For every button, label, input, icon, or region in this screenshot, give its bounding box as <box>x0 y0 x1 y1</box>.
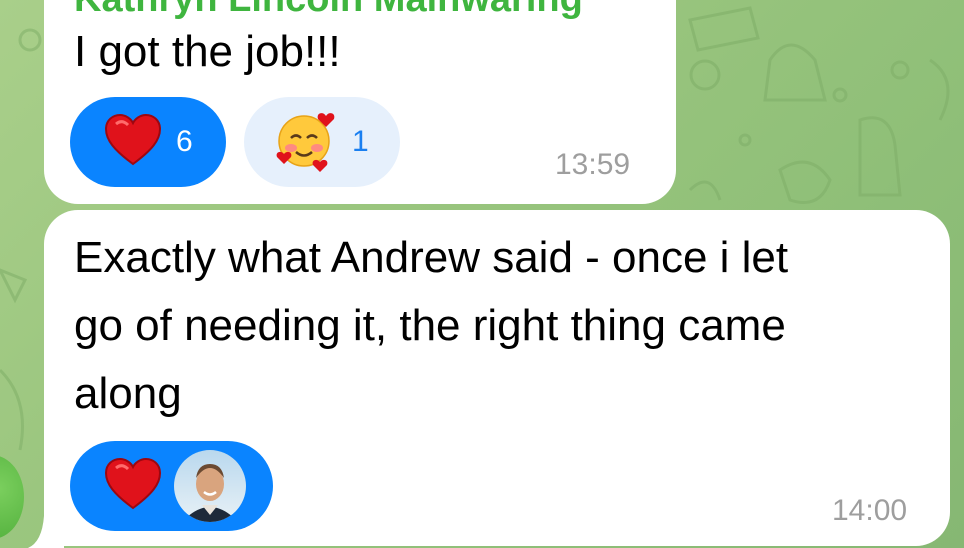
reactor-avatar[interactable] <box>174 450 246 522</box>
message-line: along <box>74 369 182 418</box>
message-time: 13:59 <box>555 148 631 181</box>
reaction-smiling-hearts-button[interactable]: 1 <box>244 97 400 187</box>
reaction-count: 6 <box>176 125 193 158</box>
avatar-edge <box>0 455 24 539</box>
message-line: Exactly what Andrew said - once i let <box>74 233 789 282</box>
smiling-face-with-hearts-icon <box>274 108 338 177</box>
reaction-count: 1 <box>352 125 369 158</box>
message-text: I got the job!!! <box>74 27 341 76</box>
message-time: 14:00 <box>832 494 908 527</box>
message-line: go of needing it, the right thing came <box>74 301 786 350</box>
red-heart-icon <box>104 113 162 171</box>
reaction-heart-button[interactable] <box>70 441 273 531</box>
reaction-heart-button[interactable]: 6 <box>70 97 226 187</box>
message-text: Exactly what Andrew said - once i let go… <box>74 224 788 428</box>
red-heart-icon <box>104 457 162 515</box>
